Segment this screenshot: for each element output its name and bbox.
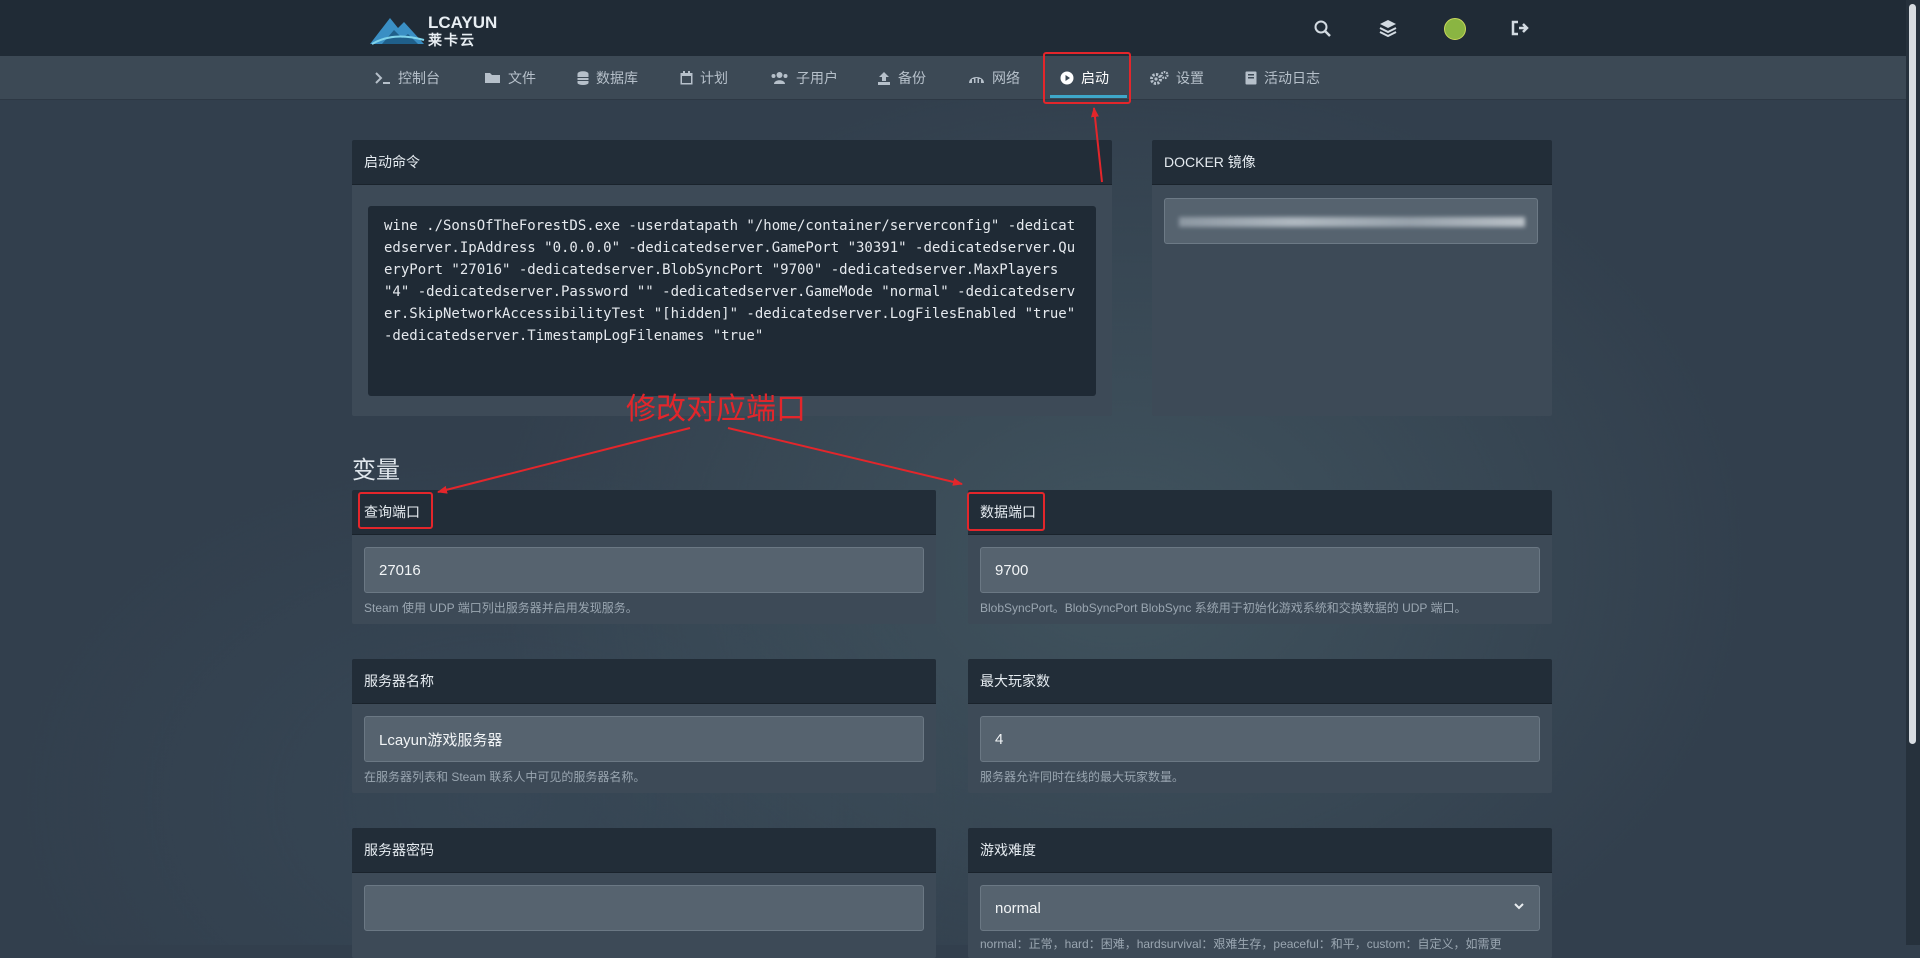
annotation-arrows: [437, 107, 1103, 494]
scrollbar-thumb[interactable]: [1909, 4, 1916, 744]
arrow-to-data-port: [727, 427, 963, 486]
arrow-to-startup-tab: [1090, 107, 1103, 183]
arrow-to-query-port: [437, 427, 691, 494]
